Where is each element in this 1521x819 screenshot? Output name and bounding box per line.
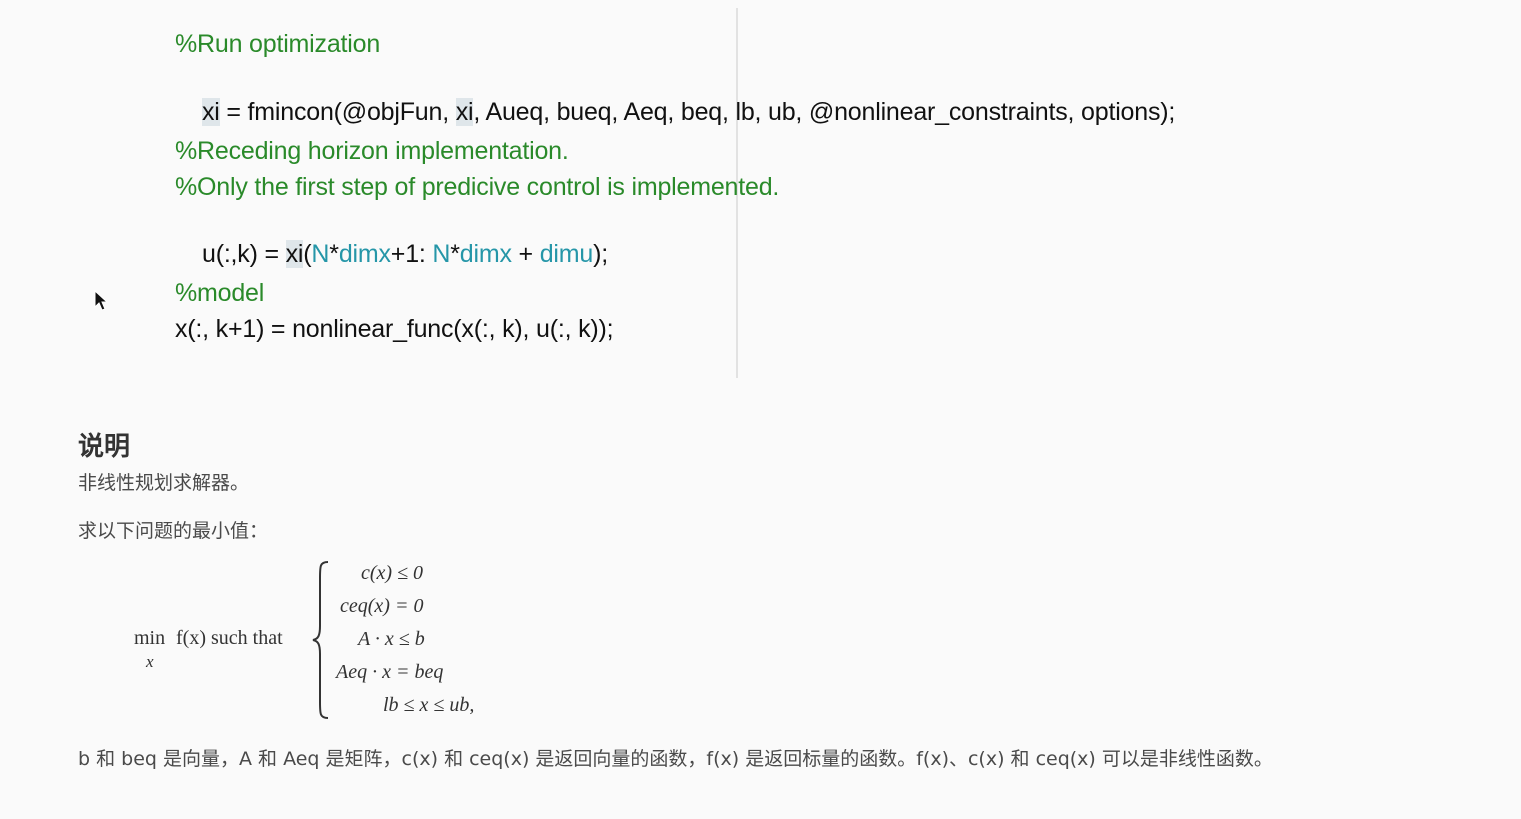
variable-N-2: N bbox=[432, 240, 451, 268]
constraint-nonlinear-inequality: c(x) ≤ 0 bbox=[361, 562, 424, 584]
description-intro: 求以下问题的最小值： bbox=[78, 520, 269, 542]
code-comment-run-optimization: %Run optimization bbox=[175, 30, 381, 58]
constraint-bounds: lb ≤ x ≤ ub, bbox=[383, 694, 475, 716]
constraint-linear-equality: Aeq · x = beq bbox=[336, 661, 444, 683]
code-star-2: * bbox=[450, 240, 460, 268]
formula-min: min bbox=[134, 627, 166, 649]
mouse-pointer-icon bbox=[94, 290, 109, 311]
code-comment-first-step: %Only the first step of predicive contro… bbox=[175, 173, 780, 201]
code-plus-one: +1: bbox=[390, 240, 433, 268]
code-editor[interactable]: %Run optimization xi = fmincon(@objFun, … bbox=[0, 0, 1521, 380]
code-plus: + bbox=[511, 240, 540, 268]
variable-xi-argument: xi bbox=[455, 98, 474, 126]
description-heading: 说明 bbox=[78, 432, 131, 462]
variable-xi-highlight-2: xi bbox=[285, 240, 304, 268]
variable-xi-highlight: xi bbox=[201, 98, 220, 126]
variable-dimu: dimu bbox=[539, 240, 594, 268]
description-subtitle: 非线性规划求解器。 bbox=[78, 472, 250, 494]
code-fmincon-args: , Aueq, bueq, Aeq, beq, lb, ub, @nonline… bbox=[473, 98, 1176, 126]
variable-N: N bbox=[311, 240, 330, 268]
formula-min-subscript: x bbox=[146, 652, 154, 671]
description-detail: b 和 beq 是向量，A 和 Aeq 是矩阵，c(x) 和 ceq(x) 是返… bbox=[78, 748, 1273, 770]
code-paren-close: ); bbox=[593, 240, 608, 268]
variable-dimx: dimx bbox=[338, 240, 391, 268]
code-u-lhs: u(:,k) = bbox=[201, 240, 286, 268]
constraint-nonlinear-equality: ceq(x) = 0 bbox=[340, 595, 424, 617]
code-comment-model: %model bbox=[175, 279, 265, 307]
constraint-linear-inequality: A · x ≤ b bbox=[358, 628, 425, 650]
formula-objective: f(x) such that bbox=[176, 627, 283, 649]
code-fmincon-call: = fmincon(@objFun, bbox=[219, 98, 456, 126]
variable-dimx-2: dimx bbox=[459, 240, 512, 268]
code-line-model-update: x(:, k+1) = nonlinear_func(x(:, k), u(:,… bbox=[175, 315, 614, 343]
code-star: * bbox=[329, 240, 339, 268]
code-comment-receding-horizon: %Receding horizon implementation. bbox=[175, 137, 569, 165]
documentation-section: 说明 非线性规划求解器。 求以下问题的最小值： min x f(x) such … bbox=[0, 380, 1521, 819]
optimization-formula: min x f(x) such that c(x) ≤ 0 ceq(x) = 0… bbox=[130, 560, 550, 720]
left-brace-icon bbox=[312, 561, 329, 719]
